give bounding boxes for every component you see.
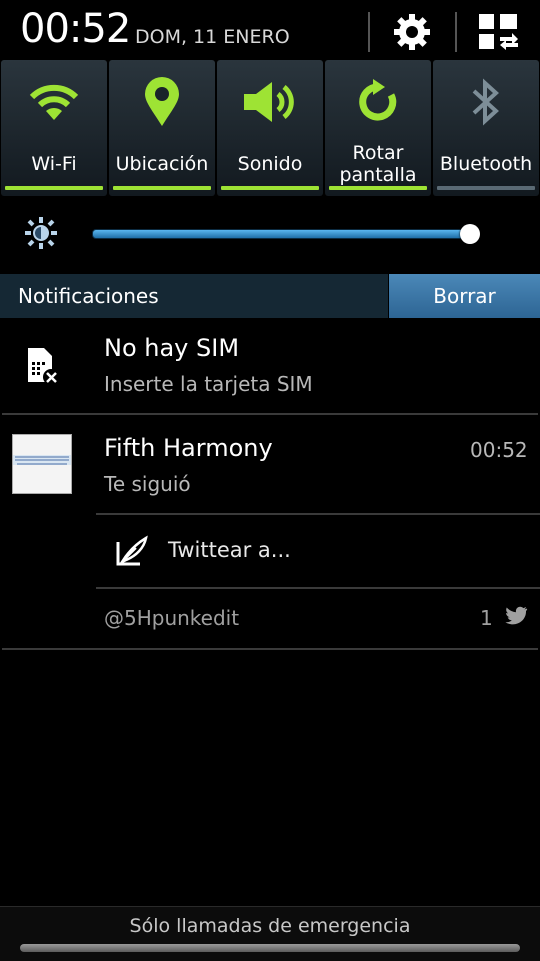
panel-drag-handle[interactable]	[20, 944, 520, 952]
clear-notifications-button[interactable]: Borrar	[389, 274, 540, 318]
toggle-label: Rotar pantalla	[339, 142, 417, 186]
quick-panel-edit-button[interactable]	[466, 8, 530, 56]
notification-no-sim[interactable]	[0, 318, 540, 414]
grid-edit-icon	[479, 14, 518, 50]
notification-subtitle: Te siguió	[104, 472, 191, 496]
no-sim-icon	[26, 346, 60, 390]
divider	[2, 413, 538, 415]
header-divider	[368, 12, 370, 52]
status-clock: 00:52	[20, 6, 131, 52]
notification-title: No hay SIM	[104, 334, 240, 362]
toggle-label: Wi-Fi	[31, 153, 77, 175]
notification-time: 00:52	[470, 438, 528, 462]
toggle-status-bar	[221, 186, 319, 190]
sound-icon	[244, 82, 294, 122]
bluetooth-icon	[472, 78, 499, 126]
header-divider	[455, 12, 457, 52]
tweet-to-action-button[interactable]	[96, 516, 540, 586]
toggle-status-bar	[5, 186, 103, 190]
toggle-label: Ubicación	[115, 153, 209, 175]
brightness-slider-thumb[interactable]	[460, 224, 480, 244]
twitter-account: @5Hpunkedit	[104, 606, 240, 630]
toggle-location[interactable]: Ubicación	[109, 60, 215, 196]
divider	[96, 587, 540, 589]
brightness-icon[interactable]	[24, 216, 58, 254]
notification-fifth-harmony[interactable]	[0, 416, 540, 514]
toggle-sound[interactable]: Sonido	[217, 60, 323, 196]
toggle-status-bar	[329, 186, 427, 190]
twitter-bird-icon	[504, 606, 528, 630]
notifications-title: Notificaciones	[18, 284, 159, 308]
rotate-icon	[359, 79, 397, 121]
divider	[2, 648, 538, 650]
toggle-status-bar	[437, 186, 535, 190]
tweet-to-label: Twittear a...	[168, 538, 291, 562]
gear-icon	[394, 14, 430, 50]
brightness-slider-track[interactable]	[92, 229, 474, 239]
emergency-calls-text: Sólo llamadas de emergencia	[129, 915, 411, 937]
toggle-rotate-screen[interactable]: Rotar pantalla	[325, 60, 431, 196]
divider	[96, 513, 540, 515]
toggle-label: Sonido	[237, 153, 303, 175]
notification-count: 1	[480, 606, 493, 630]
notification-subtitle: Inserte la tarjeta SIM	[104, 372, 313, 396]
avatar	[12, 434, 72, 494]
toggle-bluetooth[interactable]: Bluetooth	[433, 60, 539, 196]
notification-title: Fifth Harmony	[104, 434, 273, 462]
compose-tweet-icon	[114, 534, 150, 574]
toggle-status-bar	[113, 186, 211, 190]
toggle-wifi[interactable]: Wi-Fi	[1, 60, 107, 196]
status-date: DOM, 11 ENERO	[135, 26, 290, 48]
settings-button[interactable]	[380, 8, 444, 56]
location-icon	[145, 77, 179, 126]
wifi-icon	[29, 84, 79, 120]
toggle-label: Bluetooth	[439, 153, 533, 175]
